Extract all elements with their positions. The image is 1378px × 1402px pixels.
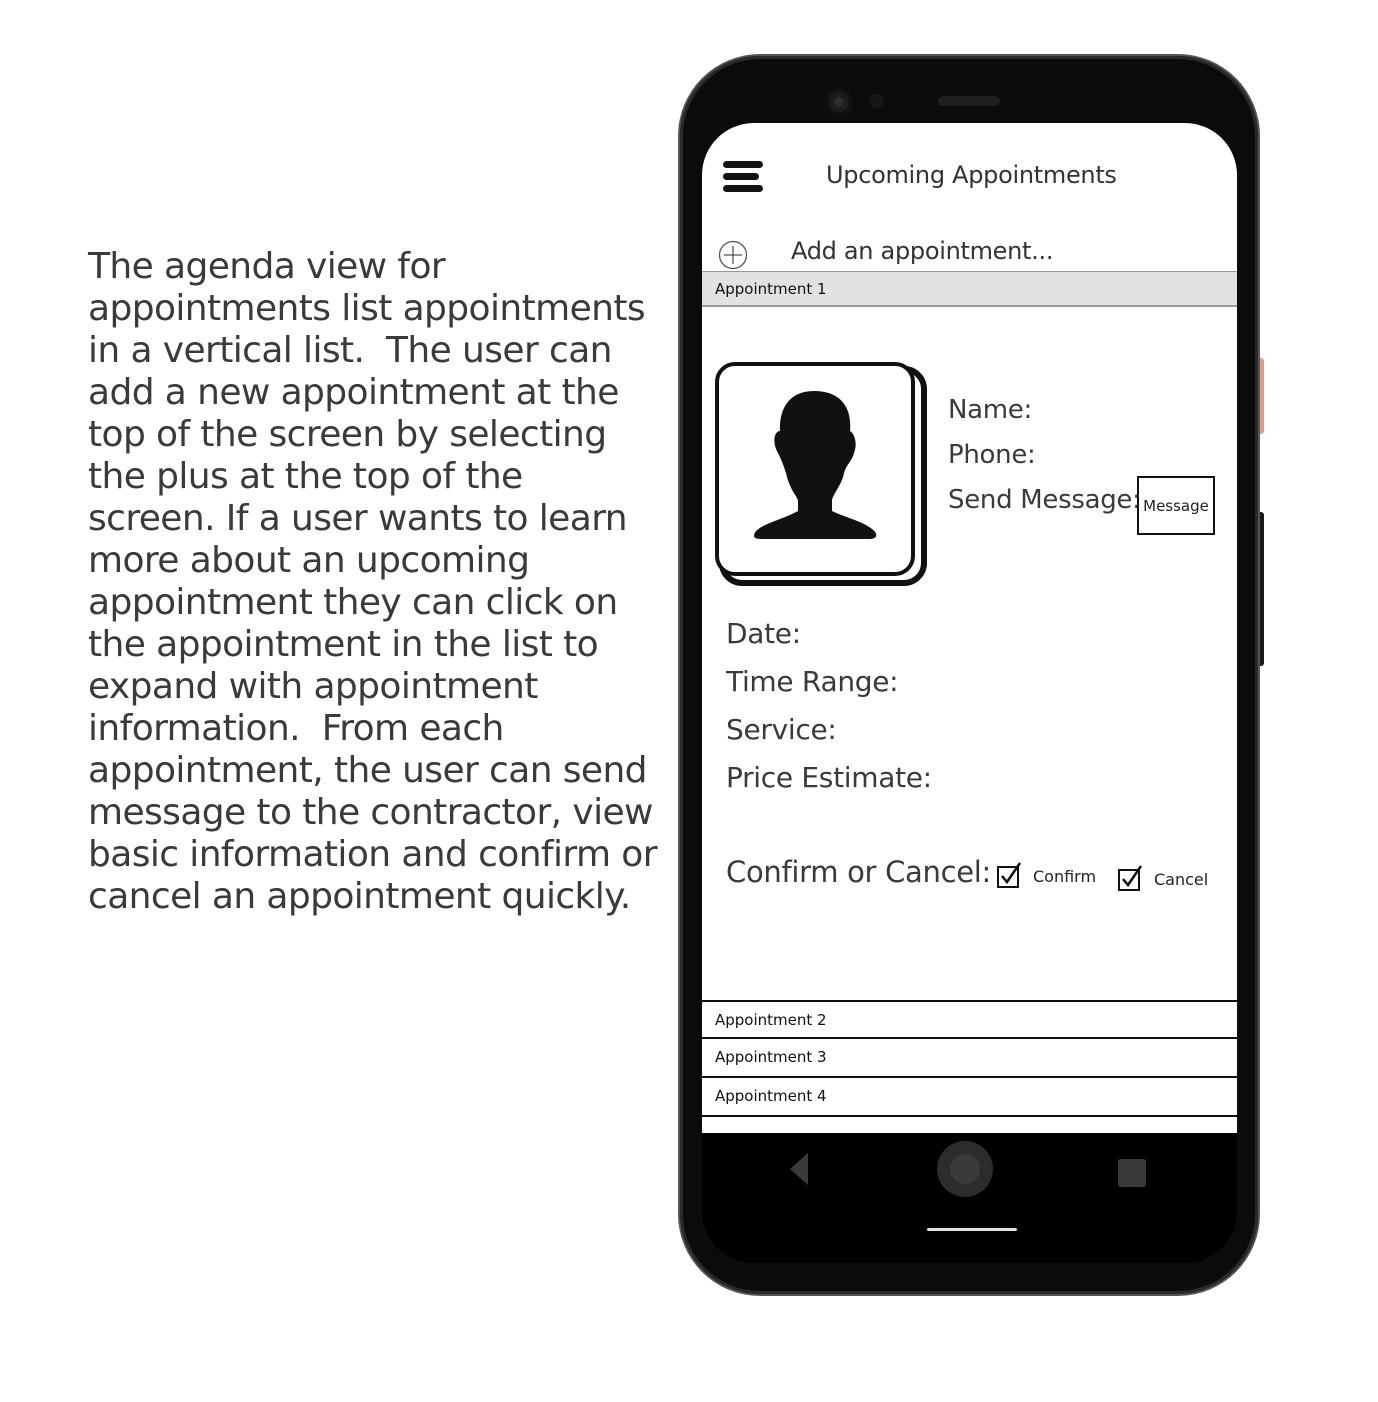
hamburger-menu-icon[interactable] bbox=[723, 161, 763, 193]
time-range-label: Time Range: bbox=[726, 665, 899, 698]
name-label: Name: bbox=[948, 395, 1032, 425]
page-title: Upcoming Appointments bbox=[826, 161, 1117, 189]
appointment-row-3[interactable]: Appointment 3 bbox=[702, 1039, 1237, 1078]
confirm-cancel-label: Confirm or Cancel: bbox=[726, 855, 992, 889]
phone-screen: Upcoming Appointments Add an appointment… bbox=[702, 123, 1237, 1133]
phone-label: Phone: bbox=[948, 440, 1036, 470]
phone-frame: Upcoming Appointments Add an appointment… bbox=[680, 56, 1258, 1294]
confirm-checkbox[interactable] bbox=[996, 861, 1022, 889]
recent-apps-icon[interactable] bbox=[1118, 1159, 1146, 1187]
service-label: Service: bbox=[726, 713, 837, 746]
send-message-label: Send Message: bbox=[948, 485, 1141, 515]
appointment-row-2[interactable]: Appointment 2 bbox=[702, 1000, 1237, 1039]
home-icon[interactable] bbox=[937, 1141, 993, 1197]
cancel-label: Cancel bbox=[1154, 870, 1209, 889]
plus-circle-icon[interactable] bbox=[718, 240, 748, 270]
back-icon[interactable] bbox=[790, 1153, 808, 1185]
description-text: The agenda view for appointments list ap… bbox=[88, 246, 668, 917]
speaker-grille bbox=[938, 96, 1000, 106]
appointment-row-1[interactable]: Appointment 1 bbox=[702, 271, 1237, 307]
date-label: Date: bbox=[726, 617, 801, 650]
menu-line bbox=[723, 173, 759, 180]
menu-line bbox=[723, 161, 763, 168]
message-button[interactable]: Message bbox=[1137, 476, 1215, 535]
sensor-icon bbox=[870, 94, 884, 108]
camera-icon bbox=[825, 88, 853, 116]
confirm-label: Confirm bbox=[1033, 867, 1097, 886]
android-nav-bar bbox=[702, 1133, 1237, 1263]
appointment-row-4[interactable]: Appointment 4 bbox=[702, 1078, 1237, 1117]
menu-line bbox=[723, 185, 763, 192]
gesture-pill bbox=[927, 1228, 1017, 1231]
cancel-checkbox[interactable] bbox=[1117, 864, 1143, 892]
price-estimate-label: Price Estimate: bbox=[726, 761, 932, 794]
add-appointment-link[interactable]: Add an appointment... bbox=[791, 237, 1053, 265]
contractor-avatar-icon bbox=[715, 362, 927, 586]
